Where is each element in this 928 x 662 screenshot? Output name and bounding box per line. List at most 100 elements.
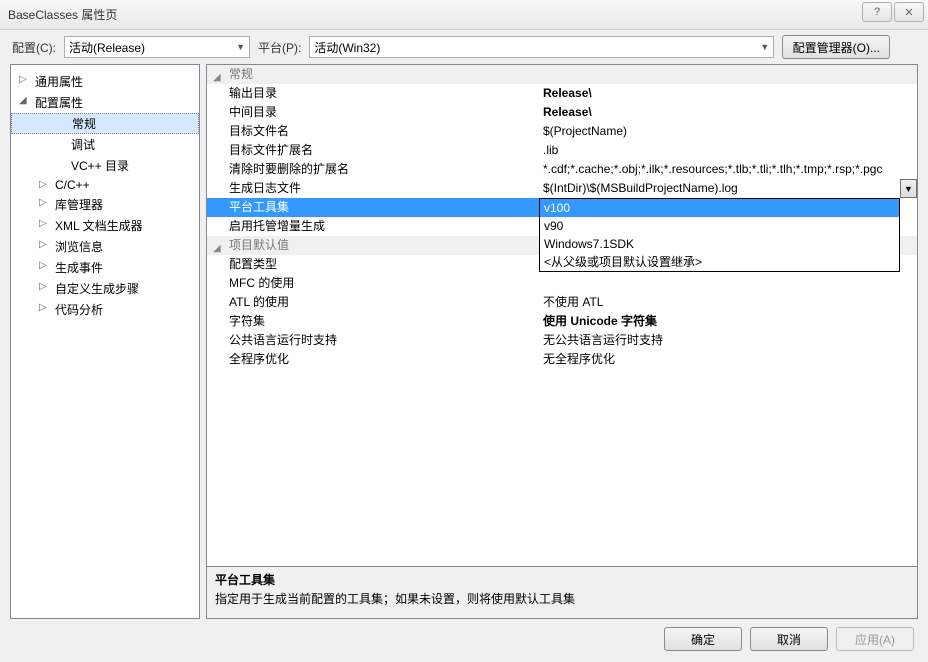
tree-panel: ▷通用属性◢配置属性常规调试VC++ 目录▷C/C++▷库管理器▷XML 文档生… [10, 64, 200, 619]
platform-select[interactable]: 活动(Win32) ▼ [309, 36, 774, 58]
tree-item-label: 代码分析 [55, 303, 103, 317]
tree-item-label: 通用属性 [35, 75, 83, 89]
property-row[interactable]: 公共语言运行时支持无公共语言运行时支持 [207, 331, 917, 350]
tree-item[interactable]: ▷ XML 文档生成器 [11, 215, 199, 236]
property-value[interactable]: 无全程序优化 [539, 350, 917, 369]
tree-item-label: 库管理器 [55, 198, 103, 212]
property-row[interactable]: 字符集使用 Unicode 字符集 [207, 312, 917, 331]
property-name: 公共语言运行时支持 [207, 331, 539, 350]
expanded-icon[interactable]: ◢ [213, 68, 221, 87]
property-name: 生成日志文件 [207, 179, 539, 198]
tree-item-label: 生成事件 [55, 261, 103, 275]
property-category[interactable]: ◢ 常规 [207, 65, 917, 84]
collapsed-icon[interactable]: ▷ [39, 302, 49, 312]
property-name: 配置类型 [207, 255, 539, 274]
property-panel: ◢常规输出目录Release\中间目录Release\目标文件名$(Projec… [206, 64, 918, 619]
config-bar: 配置(C): 活动(Release) ▼ 平台(P): 活动(Win32) ▼ … [0, 30, 928, 64]
collapsed-icon[interactable]: ▷ [39, 218, 49, 228]
property-row[interactable]: ATL 的使用不使用 ATL [207, 293, 917, 312]
property-value[interactable]: $(IntDir)\$(MSBuildProjectName).log [539, 179, 917, 198]
tree-item-label: XML 文档生成器 [55, 219, 143, 233]
help-button[interactable]: ? [862, 2, 892, 22]
apply-button: 应用(A) [836, 627, 914, 651]
category-label: 项目默认值 [229, 238, 289, 252]
property-row[interactable]: 生成日志文件$(IntDir)\$(MSBuildProjectName).lo… [207, 179, 917, 198]
property-row[interactable]: 目标文件扩展名.lib [207, 141, 917, 160]
property-name: 清除时要删除的扩展名 [207, 160, 539, 179]
expanded-icon[interactable]: ◢ [19, 95, 29, 105]
config-manager-button[interactable]: 配置管理器(O)... [782, 35, 890, 59]
property-name: 启用托管增量生成 [207, 217, 539, 236]
chevron-down-icon: ▼ [760, 42, 769, 52]
chevron-down-icon: ▼ [236, 42, 245, 52]
property-row[interactable]: MFC 的使用 [207, 274, 917, 293]
tree-item[interactable]: ▷ 浏览信息 [11, 236, 199, 257]
property-value[interactable]: 不使用 ATL [539, 293, 917, 312]
ok-button[interactable]: 确定 [664, 627, 742, 651]
config-label: 配置(C): [12, 39, 56, 56]
property-row[interactable]: 中间目录Release\ [207, 103, 917, 122]
tree-item[interactable]: ▷ 通用属性 [11, 71, 199, 92]
description-title: 平台工具集 [215, 571, 909, 588]
tree-item[interactable]: ▷ 代码分析 [11, 299, 199, 320]
dropdown-button[interactable]: ▼ [900, 179, 917, 198]
property-name: 平台工具集 [207, 198, 539, 217]
property-value[interactable]: 使用 Unicode 字符集 [539, 312, 917, 331]
description-panel: 平台工具集 指定用于生成当前配置的工具集；如果未设置，则将使用默认工具集 [207, 566, 917, 618]
platform-value: 活动(Win32) [314, 39, 380, 56]
tree-item[interactable]: VC++ 目录 [11, 155, 199, 176]
dropdown-option[interactable]: v100 [540, 199, 899, 217]
property-name: 目标文件名 [207, 122, 539, 141]
property-value[interactable]: .lib [539, 141, 917, 160]
category-label: 常规 [229, 67, 253, 81]
property-name: 输出目录 [207, 84, 539, 103]
property-value[interactable]: $(ProjectName) [539, 122, 917, 141]
collapsed-icon[interactable]: ▷ [39, 260, 49, 270]
tree-item-label: 自定义生成步骤 [55, 282, 139, 296]
tree-item-label: 常规 [72, 117, 96, 131]
tree-item[interactable]: 常规 [11, 113, 199, 134]
toolset-dropdown[interactable]: v100v90Windows7.1SDK<从父级或项目默认设置继承> [539, 198, 900, 272]
tree-item-label: 配置属性 [35, 96, 83, 110]
property-row[interactable]: 输出目录Release\ [207, 84, 917, 103]
dropdown-option[interactable]: v90 [540, 217, 899, 235]
tree-item[interactable]: 调试 [11, 134, 199, 155]
property-row[interactable]: 全程序优化无全程序优化 [207, 350, 917, 369]
property-value[interactable]: *.cdf;*.cache;*.obj;*.ilk;*.resources;*.… [539, 160, 917, 179]
property-value[interactable] [539, 274, 917, 293]
property-grid: ◢常规输出目录Release\中间目录Release\目标文件名$(Projec… [207, 65, 917, 566]
expanded-icon[interactable]: ◢ [213, 239, 221, 258]
property-value[interactable]: Release\ [539, 103, 917, 122]
description-text: 指定用于生成当前配置的工具集；如果未设置，则将使用默认工具集 [215, 590, 909, 607]
dropdown-option[interactable]: <从父级或项目默认设置继承> [540, 253, 899, 271]
window-title: BaseClasses 属性页 [8, 6, 117, 23]
close-button[interactable]: ✕ [894, 2, 924, 22]
property-value[interactable]: Release\ [539, 84, 917, 103]
tree-item[interactable]: ▷ 生成事件 [11, 257, 199, 278]
collapsed-icon[interactable]: ▷ [39, 197, 49, 207]
collapsed-icon[interactable]: ▷ [39, 281, 49, 291]
title-bar: BaseClasses 属性页 ? ✕ [0, 0, 928, 30]
tree-item[interactable]: ▷C/C++ [11, 176, 199, 194]
config-value: 活动(Release) [69, 39, 145, 56]
button-bar: 确定 取消 应用(A) [0, 619, 928, 659]
property-value[interactable]: 无公共语言运行时支持 [539, 331, 917, 350]
tree-item[interactable]: ◢ 配置属性 [11, 92, 199, 113]
cancel-button[interactable]: 取消 [750, 627, 828, 651]
property-name: 字符集 [207, 312, 539, 331]
property-name: 全程序优化 [207, 350, 539, 369]
collapsed-icon[interactable]: ▷ [39, 239, 49, 249]
property-name: MFC 的使用 [207, 274, 539, 293]
tree-item-label: VC++ 目录 [71, 159, 129, 173]
property-row[interactable]: 目标文件名$(ProjectName) [207, 122, 917, 141]
collapsed-icon[interactable]: ▷ [39, 179, 49, 189]
tree-item[interactable]: ▷ 库管理器 [11, 194, 199, 215]
collapsed-icon[interactable]: ▷ [19, 74, 29, 84]
config-select[interactable]: 活动(Release) ▼ [64, 36, 250, 58]
dropdown-option[interactable]: Windows7.1SDK [540, 235, 899, 253]
tree-item-label: 浏览信息 [55, 240, 103, 254]
property-row[interactable]: 清除时要删除的扩展名*.cdf;*.cache;*.obj;*.ilk;*.re… [207, 160, 917, 179]
tree-item[interactable]: ▷ 自定义生成步骤 [11, 278, 199, 299]
property-name: 中间目录 [207, 103, 539, 122]
platform-label: 平台(P): [258, 39, 301, 56]
